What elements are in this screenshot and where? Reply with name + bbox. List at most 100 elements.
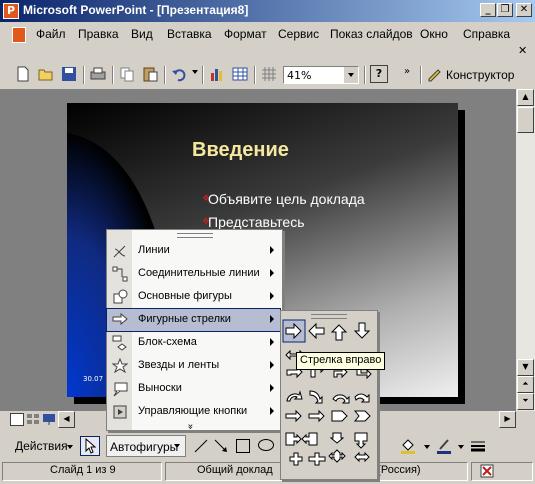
separator (364, 66, 366, 84)
copy-icon[interactable] (118, 65, 136, 83)
menu-insert[interactable]: Вставка (167, 27, 212, 41)
menu-format[interactable]: Формат (224, 27, 267, 41)
chevron-down-icon (174, 444, 180, 448)
slide-bullet-2[interactable]: Представьтесь (208, 214, 305, 230)
separator (420, 66, 422, 84)
drawing-toolbar: Действия Автофигуры (0, 434, 535, 460)
autoshapes-menu-button[interactable]: Автофигуры (106, 435, 186, 457)
chevron-down-icon[interactable] (344, 67, 358, 83)
menu-tools[interactable]: Сервис (278, 27, 319, 41)
new-icon[interactable] (14, 65, 32, 83)
restore-button[interactable]: ❐ (497, 3, 513, 17)
fill-dropdown-icon[interactable] (424, 445, 430, 449)
chevron-right-icon (270, 384, 274, 392)
paste-icon[interactable] (141, 65, 159, 83)
scroll-left-icon[interactable]: ◀ (58, 411, 75, 428)
rectangle-tool-icon[interactable] (236, 439, 250, 453)
slide-sorter-view-icon[interactable] (26, 413, 40, 426)
line-tool-icon[interactable] (194, 439, 208, 453)
autoshapes-item-basic-shapes[interactable]: Основные фигуры (107, 286, 280, 308)
separator (202, 66, 204, 84)
autoshapes-item-action-buttons[interactable]: Управляющие кнопки (107, 401, 280, 423)
connectors-icon (112, 266, 128, 282)
fill-color-icon[interactable] (400, 437, 416, 455)
autoshapes-item-callouts[interactable]: Выноски (107, 378, 280, 400)
menu-edit[interactable]: Правка (78, 27, 119, 41)
line-color-dropdown-icon[interactable] (458, 445, 464, 449)
scroll-up-icon[interactable]: ▲ (517, 89, 534, 106)
block-arrows-icon (112, 312, 128, 328)
autoshapes-item-label: Блок-схема (138, 336, 197, 348)
menu-window[interactable]: Окно (420, 27, 448, 41)
print-icon[interactable] (89, 65, 107, 83)
designer-button[interactable]: Конструктор (446, 68, 514, 82)
autoshapes-item-label: Звезды и ленты (138, 359, 220, 371)
chevron-right-icon (270, 315, 274, 323)
menu-drag-handle[interactable] (177, 233, 213, 238)
arrow-tool-icon[interactable] (214, 439, 228, 453)
scroll-thumb[interactable] (517, 107, 534, 133)
minimize-button[interactable]: _ (480, 3, 496, 17)
slide-bullet-1[interactable]: Объявите цель доклада (208, 191, 365, 207)
chevron-right-icon (270, 361, 274, 369)
line-style-icon[interactable] (470, 439, 486, 453)
select-objects-icon[interactable] (80, 436, 100, 456)
close-button[interactable]: ✕ (516, 3, 532, 17)
line-color-icon[interactable] (436, 437, 452, 455)
open-icon[interactable] (37, 65, 55, 83)
autoshapes-item-label: Управляющие кнопки (138, 405, 248, 417)
scroll-down-icon[interactable]: ▼ (517, 359, 534, 376)
separator (112, 66, 114, 84)
normal-view-icon[interactable] (10, 413, 24, 426)
chevron-right-icon (270, 246, 274, 254)
slideshow-view-icon[interactable] (42, 413, 56, 426)
autoshapes-item-label: Выноски (138, 382, 182, 394)
separator (83, 66, 85, 84)
vertical-scrollbar[interactable]: ▲ ▼ ⏶ ⏷ (516, 89, 535, 411)
autoshapes-item-stars-banners[interactable]: Звезды и ленты (107, 355, 280, 377)
autoshapes-menu: Линии Соединительные линии Основные фигу… (106, 229, 283, 431)
actions-menu[interactable]: Действия (15, 439, 68, 453)
more-buttons-icon[interactable]: » (404, 66, 410, 77)
menu-close-icon[interactable]: ✕ (518, 44, 527, 57)
save-icon[interactable] (60, 65, 78, 83)
undo-icon[interactable] (170, 65, 188, 83)
chevron-right-icon (270, 269, 274, 277)
actions-dropdown-icon[interactable] (67, 445, 73, 449)
separator (254, 66, 256, 84)
chart-icon[interactable] (208, 65, 226, 83)
spelling-status-icon[interactable] (480, 464, 496, 478)
menu-slideshow[interactable]: Показ слайдов (330, 27, 413, 41)
stars-banners-icon (111, 357, 129, 374)
arrow-shapes-grid[interactable] (281, 311, 377, 479)
zoom-select[interactable]: 41% (283, 66, 359, 84)
expand-menu-icon[interactable]: » (185, 423, 196, 429)
chevron-right-icon (270, 407, 274, 415)
menu-bar: Файл Правка Вид Вставка Формат Сервис По… (0, 22, 535, 57)
autoshapes-item-connectors[interactable]: Соединительные линии (107, 263, 280, 285)
autoshapes-label: Автофигуры (110, 440, 179, 454)
scroll-right-icon[interactable]: ▶ (499, 411, 516, 428)
help-icon[interactable]: ? (370, 65, 388, 83)
menu-help[interactable]: Справка (463, 27, 510, 41)
standard-toolbar: 41% ? » Конструктор (0, 62, 535, 88)
grid-icon[interactable] (260, 65, 278, 83)
menu-view[interactable]: Вид (131, 27, 153, 41)
oval-tool-icon[interactable] (258, 439, 274, 451)
autoshapes-item-flowchart[interactable]: Блок-схема (107, 332, 280, 354)
chevron-right-icon (270, 292, 274, 300)
autoshapes-item-label: Соединительные линии (138, 267, 260, 279)
next-slide-icon[interactable]: ⏷ (517, 393, 534, 410)
document-icon[interactable] (12, 27, 26, 43)
designer-icon[interactable] (426, 65, 444, 83)
slide-title[interactable]: Введение (192, 139, 289, 162)
powerpoint-logo-icon[interactable]: P (3, 3, 19, 19)
undo-dropdown-icon[interactable] (192, 70, 198, 74)
status-slide-count: Слайд 1 из 9 (50, 464, 116, 476)
previous-slide-icon[interactable]: ⏶ (517, 376, 534, 393)
table-icon[interactable] (231, 65, 249, 83)
menu-file[interactable]: Файл (36, 27, 66, 41)
autoshapes-item-block-arrows[interactable]: Фигурные стрелки (106, 308, 281, 332)
autoshapes-item-lines[interactable]: Линии (107, 240, 280, 262)
autoshapes-item-label: Линии (138, 244, 170, 256)
